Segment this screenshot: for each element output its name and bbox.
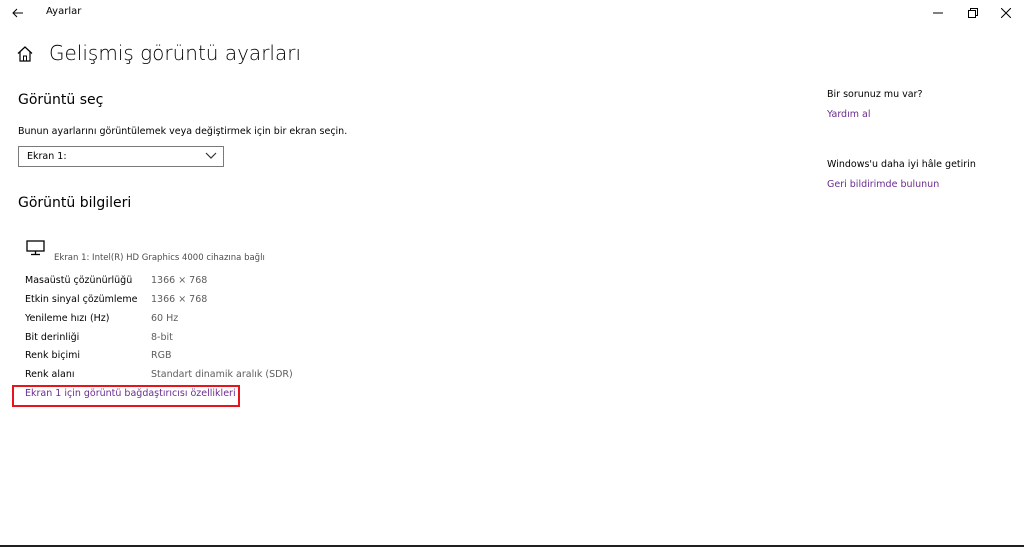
dropdown-value: Ekran 1: <box>27 151 67 162</box>
info-value: 1366 × 768 <box>151 275 208 286</box>
help-heading: Bir sorunuz mu var? <box>827 89 923 100</box>
info-row: Renk biçimi RGB <box>25 350 425 366</box>
restore-button[interactable] <box>955 0 991 26</box>
info-row: Masaüstü çözünürlüğü 1366 × 768 <box>25 275 425 291</box>
chevron-down-icon <box>205 152 217 159</box>
info-label: Etkin sinyal çözümleme <box>25 294 138 305</box>
info-label: Renk biçimi <box>25 350 80 361</box>
home-icon <box>17 46 33 62</box>
select-display-heading: Görüntü seç <box>18 92 104 108</box>
info-value: RGB <box>151 350 172 361</box>
info-label: Renk alanı <box>25 369 75 380</box>
home-button[interactable] <box>16 45 34 63</box>
info-label: Masaüstü çözünürlüğü <box>25 275 133 286</box>
display-dropdown[interactable]: Ekran 1: <box>18 146 224 167</box>
adapter-properties-link[interactable]: Ekran 1 için görüntü bağdaştırıcısı özel… <box>25 388 236 399</box>
info-row: Bit derinliği 8-bit <box>25 332 425 348</box>
back-button[interactable] <box>6 0 30 26</box>
title-bar: Ayarlar <box>0 0 1024 26</box>
app-title: Ayarlar <box>46 6 82 17</box>
monitor-icon <box>26 240 45 256</box>
feedback-link[interactable]: Geri bildirimde bulunun <box>827 179 939 190</box>
info-value: Standart dinamik aralık (SDR) <box>151 369 293 380</box>
info-value: 60 Hz <box>151 313 179 324</box>
info-row: Yenileme hızı (Hz) 60 Hz <box>25 313 425 329</box>
restore-icon <box>968 8 978 18</box>
page-title: Gelişmiş görüntü ayarları <box>49 41 302 65</box>
info-value: 8-bit <box>151 332 173 343</box>
info-row: Renk alanı Standart dinamik aralık (SDR) <box>25 369 425 385</box>
info-label: Bit derinliği <box>25 332 80 343</box>
close-icon <box>1001 8 1011 18</box>
info-row: Etkin sinyal çözümleme 1366 × 768 <box>25 294 425 310</box>
back-arrow-icon <box>12 8 23 18</box>
info-value: 1366 × 768 <box>151 294 208 305</box>
info-label: Yenileme hızı (Hz) <box>25 313 110 324</box>
select-display-description: Bunun ayarlarını görüntülemek veya değiş… <box>18 126 348 137</box>
minimize-button[interactable] <box>920 0 956 26</box>
settings-window: Ayarlar Gelişmiş görüntü ayarları Görünt… <box>0 0 1024 547</box>
adapter-description: Ekran 1: Intel(R) HD Graphics 4000 cihaz… <box>54 253 265 263</box>
feedback-heading: Windows'u daha iyi hâle getirin <box>827 159 976 170</box>
minimize-icon <box>933 12 943 14</box>
get-help-link[interactable]: Yardım al <box>827 109 870 120</box>
close-button[interactable] <box>988 0 1024 26</box>
display-info-heading: Görüntü bilgileri <box>18 195 132 211</box>
